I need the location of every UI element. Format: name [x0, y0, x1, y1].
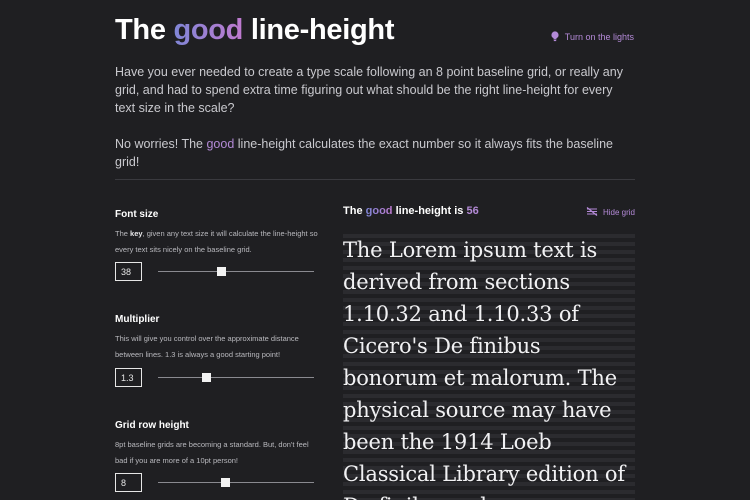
- title-post: line-height: [250, 14, 395, 46]
- lightbulb-icon: [551, 31, 559, 42]
- font-size-slider-thumb[interactable]: [217, 267, 227, 276]
- grid-row-height-slider-track: [158, 482, 314, 483]
- grid-row-height-slider-thumb[interactable]: [220, 478, 230, 487]
- title-accent: good: [173, 14, 244, 46]
- multiplier-title: Multiplier: [115, 314, 160, 325]
- preview-area: The Lorem ipsum text is derived from sec…: [343, 234, 635, 500]
- grid-row-height-slider[interactable]: [115, 473, 315, 492]
- intro2-pre: No worries! The: [115, 137, 203, 151]
- preview-head-pre: The: [343, 205, 363, 217]
- font-size-description: The key, given any text size it will cal…: [115, 226, 320, 258]
- preview-heading: The good line-height is 56: [343, 205, 479, 217]
- lights-label: Turn on the lights: [564, 31, 634, 42]
- font-size-slider[interactable]: [115, 262, 315, 281]
- preview-head-post: line-height is: [395, 205, 464, 217]
- multiplier-slider-thumb[interactable]: [201, 373, 211, 382]
- preview-sample-text: The Lorem ipsum text is derived from sec…: [343, 238, 625, 500]
- intro2-accent: good: [206, 137, 235, 151]
- turn-on-lights-button[interactable]: Turn on the lights: [551, 31, 634, 42]
- page-title: The good line-height: [115, 12, 394, 48]
- font-size-slider-track: [158, 271, 314, 272]
- grid-row-height-control: Grid row height 8pt baseline grids are b…: [115, 419, 315, 492]
- grid-row-height-title: Grid row height: [115, 420, 189, 431]
- intro-paragraph-2: No worries! The good line-height calcula…: [115, 135, 635, 171]
- font-size-title: Font size: [115, 209, 159, 220]
- intro-paragraph: Have you ever needed to create a type sc…: [115, 65, 623, 115]
- font-size-desc-pre: The: [115, 229, 128, 238]
- section-divider: [115, 179, 635, 180]
- multiplier-control: Multiplier This will give you control ov…: [115, 313, 315, 387]
- hide-grid-label: Hide grid: [602, 208, 635, 217]
- grid-off-icon: [586, 207, 598, 218]
- preview-head-accent: good: [365, 205, 393, 217]
- hide-grid-button[interactable]: Hide grid: [586, 207, 635, 218]
- multiplier-slider-track: [158, 377, 314, 378]
- line-height-value: 56: [466, 205, 479, 217]
- font-size-control: Font size The key, given any text size i…: [115, 208, 318, 281]
- grid-row-height-description: 8pt baseline grids are becoming a standa…: [115, 440, 309, 465]
- multiplier-description: This will give you control over the appr…: [115, 334, 299, 359]
- font-size-desc-key: key: [130, 229, 143, 238]
- font-size-desc-post: , given any text size it will calculate …: [115, 229, 318, 254]
- title-pre: The: [115, 14, 166, 46]
- multiplier-slider[interactable]: [115, 368, 315, 387]
